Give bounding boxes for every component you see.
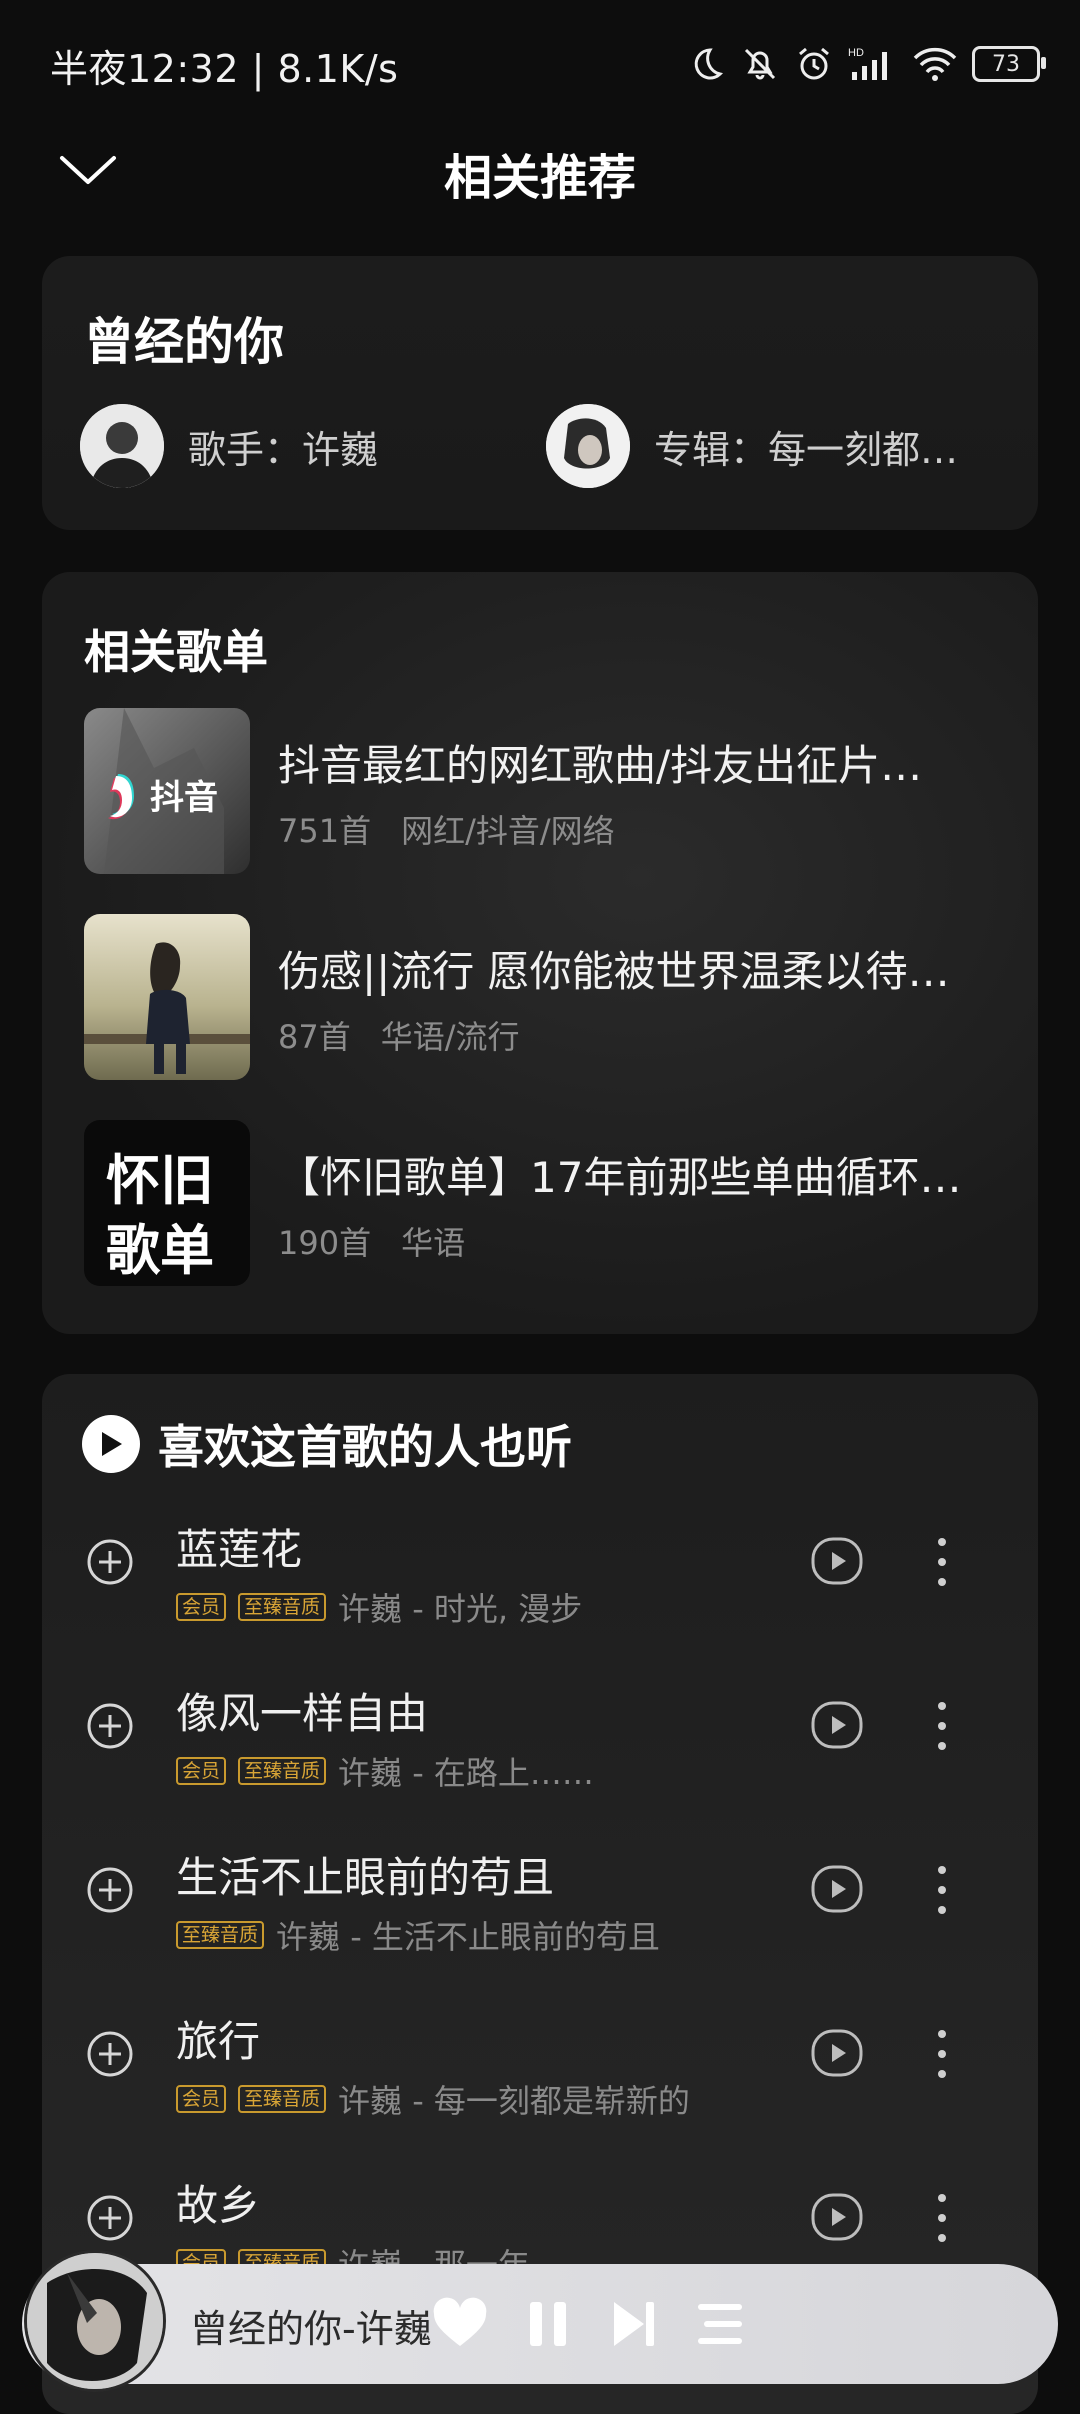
song-meta: 会员 至臻音质 许巍 - 在路上……: [176, 1748, 594, 1794]
section-title: 相关歌单: [84, 625, 268, 679]
alarm-icon: [799, 47, 829, 80]
also-listen-header: 喜欢这首歌的人也听: [82, 1412, 572, 1476]
song-row[interactable]: 旅行会员 至臻音质 许巍 - 每一刻都是崭新的: [42, 1984, 1038, 2148]
now-playing-title: 曾经的你-许巍: [190, 2307, 432, 2351]
quality-badge: 至臻音质: [238, 1593, 327, 1621]
playlist-title: 伤感||流行 愿你能被世界温柔以待…: [278, 947, 950, 996]
more-options-icon[interactable]: [932, 1696, 952, 1756]
status-time: 半夜12:32 | 8.1K/s: [50, 47, 399, 91]
artist-label: 歌手：许巍: [188, 427, 379, 472]
more-options-icon[interactable]: [932, 1532, 952, 1592]
playlist-cover: [84, 914, 250, 1080]
more-options-icon[interactable]: [932, 2188, 952, 2248]
play-icon[interactable]: [810, 2026, 864, 2080]
add-icon[interactable]: [86, 2194, 134, 2242]
wifi-icon: [913, 47, 957, 81]
artist-avatar: [80, 404, 164, 488]
playlist-tags: 网红/抖音/网络: [401, 812, 615, 850]
now-playing-cover[interactable]: [24, 2250, 166, 2392]
album-link[interactable]: 专辑：每一刻都…: [546, 404, 958, 488]
battery-indicator: 73: [972, 46, 1046, 82]
playlist-count: 190首: [278, 1224, 372, 1262]
playlist-item[interactable]: 怀旧 歌单 【怀旧歌单】17年前那些单曲循环… 190首 华语: [84, 1120, 984, 1286]
playlist-item[interactable]: 伤感||流行 愿你能被世界温柔以待… 87首 华语/流行: [84, 914, 984, 1080]
section-title: 喜欢这首歌的人也听: [158, 1420, 572, 1474]
playlist-item[interactable]: 抖音 抖音最红的网红歌曲/抖友出征片… 751首 网红/抖音/网络: [84, 708, 984, 874]
song-artist-album: 许巍 - 生活不止眼前的苟且: [276, 1918, 660, 1956]
play-icon[interactable]: [810, 1862, 864, 1916]
playlist-count: 87首: [278, 1018, 351, 1056]
more-options-icon[interactable]: [932, 1860, 952, 1920]
signal-icon: HD: [848, 47, 887, 80]
next-icon[interactable]: [602, 2292, 666, 2356]
moon-icon: [694, 48, 724, 80]
song-meta: 会员 至臻音质 许巍 - 每一刻都是崭新的: [176, 2076, 690, 2122]
song-row[interactable]: 像风一样自由会员 至臻音质 许巍 - 在路上……: [42, 1656, 1038, 1820]
song-title: 故乡: [176, 2181, 261, 2230]
add-icon[interactable]: [86, 1702, 134, 1750]
playlist-meta: 751首 网红/抖音/网络: [278, 806, 615, 852]
quality-badge: 至臻音质: [238, 1757, 327, 1785]
add-icon[interactable]: [86, 1538, 134, 1586]
quality-badge: 会员: [176, 2085, 227, 2113]
song-artist-album: 许巍 - 时光, 漫步: [338, 1590, 583, 1628]
album-label: 专辑：每一刻都…: [654, 427, 959, 472]
song-row[interactable]: 蓝莲花会员 至臻音质 许巍 - 时光, 漫步: [42, 1492, 1038, 1656]
playlist-title: 【怀旧歌单】17年前那些单曲循环…: [278, 1153, 962, 1202]
play-icon[interactable]: [810, 1534, 864, 1588]
page-title: 相关推荐: [443, 150, 636, 206]
playlist-tags: 华语: [401, 1224, 466, 1262]
pause-icon[interactable]: [516, 2292, 580, 2356]
song-meta: 会员 至臻音质 许巍 - 时光, 漫步: [176, 1584, 582, 1630]
song-title: 像风一样自由: [176, 1689, 429, 1738]
song-title: 曾经的你: [84, 313, 284, 371]
song-artist-album: 许巍 - 在路上……: [338, 1754, 594, 1792]
song-title: 蓝莲花: [176, 1525, 303, 1574]
quality-badge: 至臻音质: [238, 2085, 327, 2113]
playlist-meta: 190首 华语: [278, 1218, 465, 1264]
playlist-queue-icon[interactable]: [688, 2292, 752, 2356]
song-title: 旅行: [176, 2017, 261, 2066]
song-info-card: 曾经的你 歌手：许巍 专辑：每一刻都…: [42, 256, 1038, 530]
playlist-cover-text: 抖音: [150, 778, 218, 818]
playlist-cover: 怀旧 歌单: [84, 1120, 250, 1286]
bell-off-icon: [744, 48, 776, 80]
playlist-cover-text: 怀旧: [106, 1148, 214, 1212]
playlist-title: 抖音最红的网红歌曲/抖友出征片…: [278, 741, 923, 790]
heart-icon[interactable]: [428, 2292, 492, 2356]
add-icon[interactable]: [86, 2030, 134, 2078]
status-icons: HD 73: [686, 36, 1046, 92]
more-options-icon[interactable]: [932, 2024, 952, 2084]
playlist-cover-text: 歌单: [106, 1218, 214, 1282]
quality-badge: 至臻音质: [176, 1921, 265, 1949]
page-header: 相关推荐: [0, 120, 1080, 220]
svg-text:HD: HD: [848, 47, 864, 59]
song-row[interactable]: 生活不止眼前的苟且至臻音质 许巍 - 生活不止眼前的苟且: [42, 1820, 1038, 1984]
play-icon[interactable]: [810, 2190, 864, 2244]
playlist-meta: 87首 华语/流行: [278, 1012, 520, 1058]
play-all-icon[interactable]: [82, 1415, 140, 1473]
playlist-count: 751首: [278, 812, 372, 850]
song-meta: 至臻音质 许巍 - 生活不止眼前的苟且: [176, 1912, 660, 1958]
playlist-cover: 抖音: [84, 708, 250, 874]
playlist-tags: 华语/流行: [380, 1018, 520, 1056]
related-playlists-card: 相关歌单 抖音 抖音最红的网红歌曲/抖友出征片… 751首 网红/抖音/网络 伤…: [42, 572, 1038, 1334]
song-artist-album: 许巍 - 每一刻都是崭新的: [338, 2082, 690, 2120]
status-bar: 半夜12:32 | 8.1K/s HD 73: [0, 0, 1080, 120]
song-title: 生活不止眼前的苟且: [176, 1853, 555, 1902]
play-icon[interactable]: [810, 1698, 864, 1752]
album-avatar: [546, 404, 630, 488]
quality-badge: 会员: [176, 1593, 227, 1621]
mini-player[interactable]: 曾经的你-许巍: [22, 2250, 1058, 2392]
quality-badge: 会员: [176, 1757, 227, 1785]
artist-link[interactable]: 歌手：许巍: [80, 404, 378, 488]
add-icon[interactable]: [86, 1866, 134, 1914]
also-listen-card: 喜欢这首歌的人也听 蓝莲花 会员 至臻音质 许巍 - 时光, 漫步 像风一样自由 会员 至臻…: [42, 1374, 1038, 2414]
